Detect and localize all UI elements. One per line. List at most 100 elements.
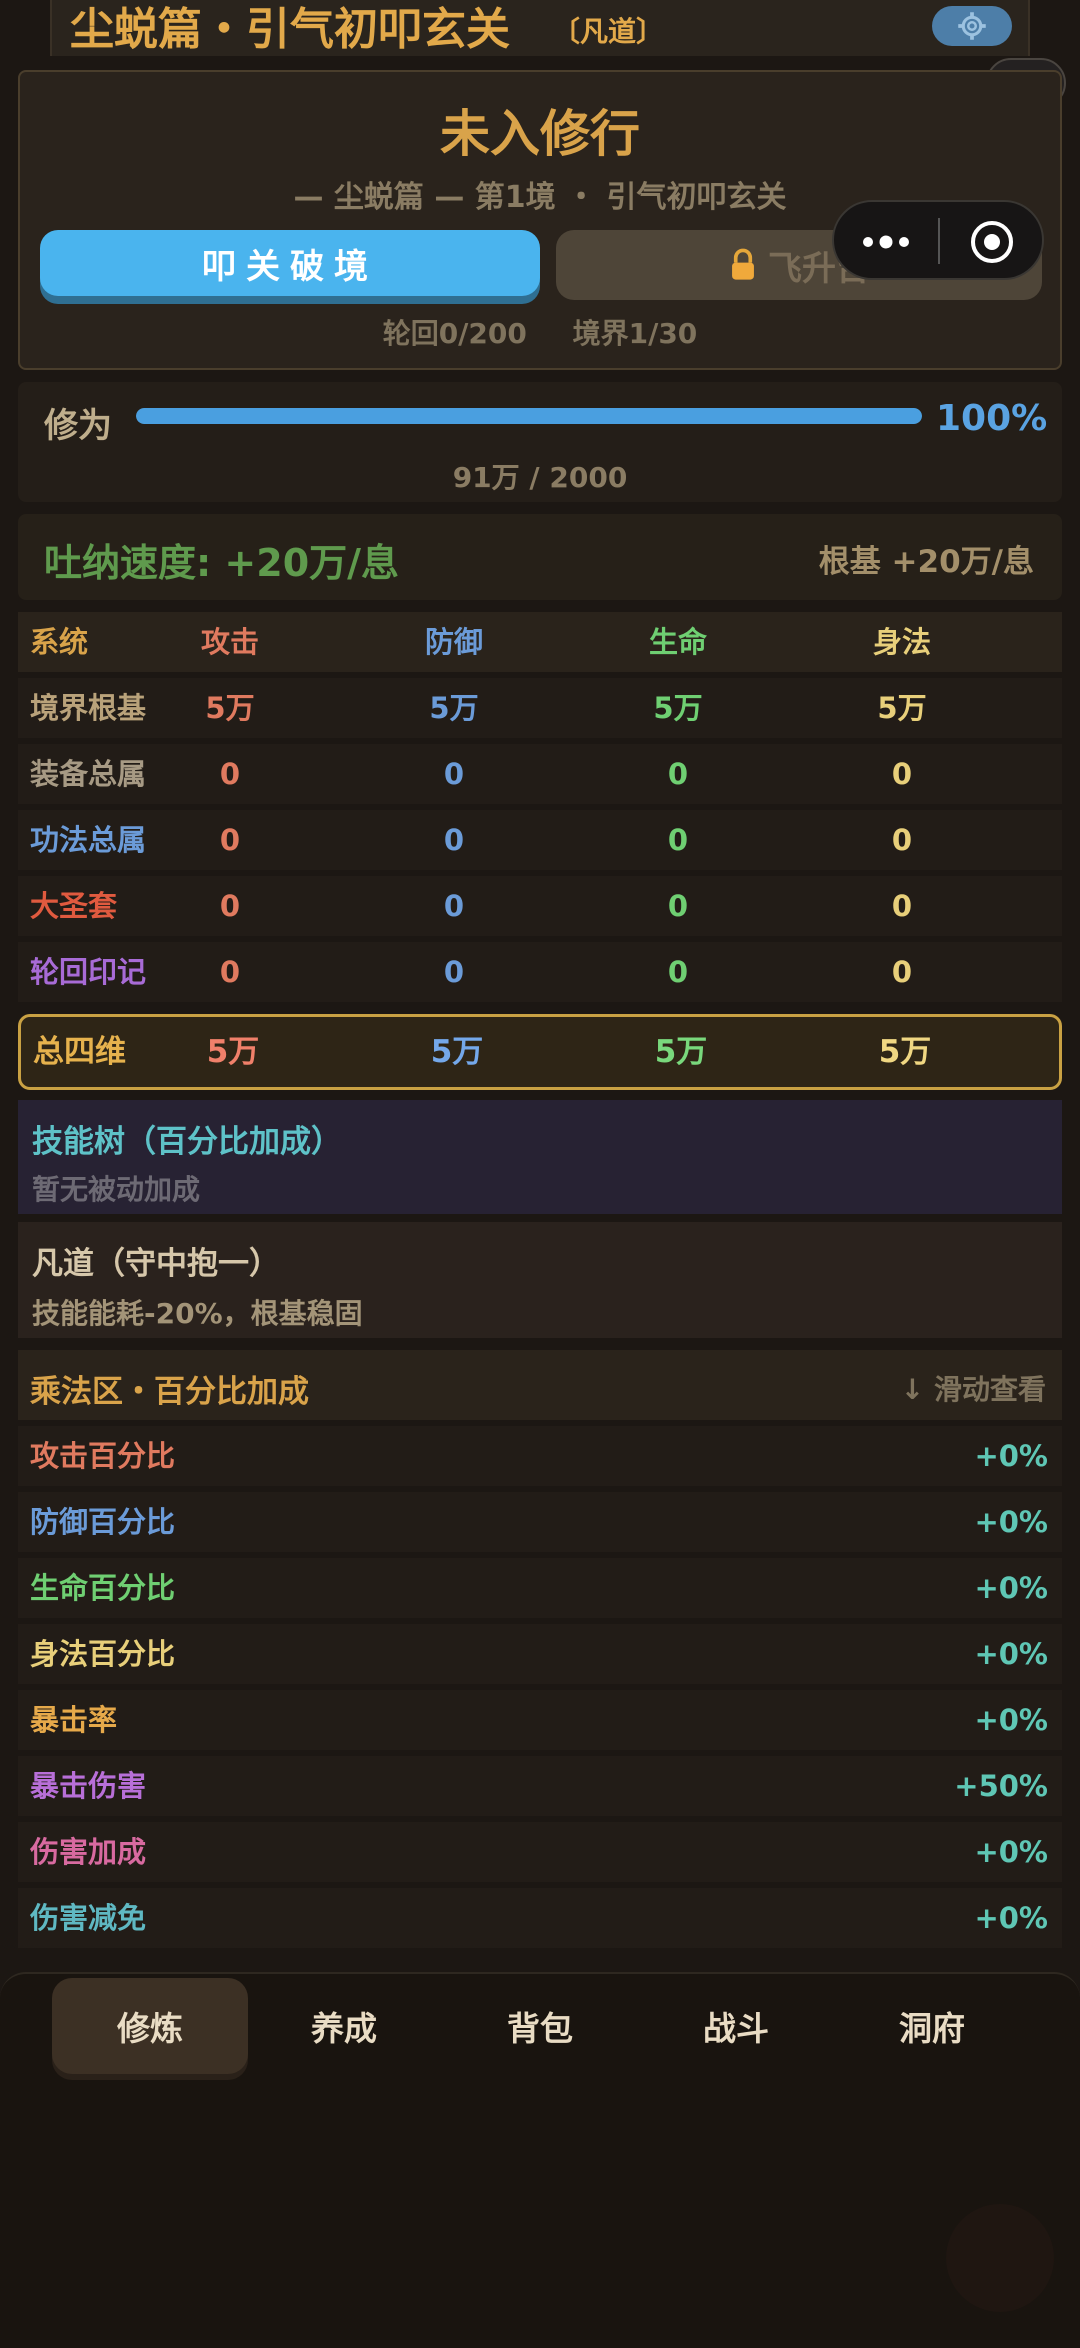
nav-cave[interactable]: 洞府 xyxy=(834,1978,1030,2074)
stats-table: 系统 攻击 防御 生命 身法 境界根基 5万 5万 5万 5万 装备总属 0 0… xyxy=(18,612,1062,1008)
multiplier-row: 身法百分比 +0% xyxy=(18,1624,1062,1684)
nav-backpack[interactable]: 背包 xyxy=(442,1978,638,2074)
defense-value: 0 xyxy=(443,823,465,857)
more-icon[interactable] xyxy=(858,224,914,260)
life-value: 5万 xyxy=(653,691,703,725)
capsule-divider xyxy=(938,218,940,264)
life-value: 0 xyxy=(667,889,689,923)
multiplier-label: 暴击率 xyxy=(30,1703,118,1737)
multiplier-row: 暴击伤害 +50% xyxy=(18,1756,1062,1816)
stats-row-great-sage-set: 大圣套 0 0 0 0 xyxy=(18,876,1062,936)
header-defense: 防御 xyxy=(424,625,483,659)
row-label: 轮回印记 xyxy=(30,955,147,989)
realm-counters: 轮回0/200 境界1/30 xyxy=(0,312,1080,352)
scroll-hint: ↓ 滑动查看 xyxy=(900,1373,1046,1406)
agility-value: 5万 xyxy=(877,691,927,725)
header-life: 生命 xyxy=(648,625,707,659)
multiplier-label: 伤害加成 xyxy=(30,1835,147,1869)
attack-value: 0 xyxy=(219,823,241,857)
breathing-speed: 吐纳速度: +20万/息 xyxy=(44,541,400,585)
multiplier-label: 攻击百分比 xyxy=(30,1439,176,1473)
stage-counter: 境界1/30 xyxy=(572,317,698,350)
multiplier-value: +50% xyxy=(954,1769,1048,1803)
stats-header-row: 系统 攻击 防御 生命 身法 xyxy=(18,612,1062,672)
defense-value: 0 xyxy=(443,757,465,791)
multiplier-row: 生命百分比 +0% xyxy=(18,1558,1062,1618)
cultivation-progress-fill xyxy=(136,408,922,424)
stats-row-equipment: 装备总属 0 0 0 0 xyxy=(18,744,1062,804)
agility-value: 0 xyxy=(891,955,913,989)
defense-value: 5万 xyxy=(429,691,479,725)
dao-title: 凡道（守中抱一） xyxy=(32,1246,280,1282)
attack-value: 0 xyxy=(219,889,241,923)
life-value: 0 xyxy=(667,955,689,989)
multiplier-value: +0% xyxy=(974,1901,1048,1935)
life-value: 0 xyxy=(667,757,689,791)
multiplier-row: 暴击率 +0% xyxy=(18,1690,1062,1750)
bottom-nav: 修炼 养成 背包 战斗 洞府 xyxy=(0,1972,1080,2348)
realm-title: 未入修行 xyxy=(440,105,640,163)
multiplier-label: 伤害减免 xyxy=(30,1901,147,1935)
attack-value: 0 xyxy=(219,757,241,791)
total-agility: 5万 xyxy=(878,1034,932,1070)
cultivation-progress-bar xyxy=(136,408,922,424)
top-title-bar: 尘蜕篇・引气初叩玄关 〔凡道〕 xyxy=(50,0,1030,56)
row-label: 装备总属 xyxy=(30,757,147,791)
multiplier-row: 伤害加成 +0% xyxy=(18,1822,1062,1882)
agility-value: 0 xyxy=(891,823,913,857)
multiplier-value: +0% xyxy=(974,1571,1048,1605)
attack-value: 5万 xyxy=(205,691,255,725)
seal-decoration xyxy=(946,2204,1054,2312)
total-defense: 5万 xyxy=(430,1034,484,1070)
multiplier-value: +0% xyxy=(974,1835,1048,1869)
row-label: 大圣套 xyxy=(30,889,118,923)
dao-desc: 技能能耗-20%，根基稳固 xyxy=(32,1297,363,1330)
gear-icon xyxy=(958,12,986,40)
attack-value: 0 xyxy=(219,955,241,989)
header-system: 系统 xyxy=(30,625,89,659)
multiplier-value: +0% xyxy=(974,1637,1048,1671)
defense-value: 0 xyxy=(443,889,465,923)
agility-value: 0 xyxy=(891,889,913,923)
breach-button[interactable]: 叩关破境 xyxy=(40,230,540,296)
stats-row-technique: 功法总属 0 0 0 0 xyxy=(18,810,1062,870)
cultivation-label: 修为 xyxy=(44,406,112,446)
header-attack: 攻击 xyxy=(200,625,259,659)
multiplier-value: +0% xyxy=(974,1439,1048,1473)
cultivation-percent: 100% xyxy=(936,398,1048,439)
total-life: 5万 xyxy=(654,1034,708,1070)
agility-value: 0 xyxy=(891,757,913,791)
close-target-icon[interactable] xyxy=(968,218,1016,266)
total-label: 总四维 xyxy=(33,1034,126,1070)
base-speed: 根基 +20万/息 xyxy=(818,544,1034,580)
skill-tree-title: 技能树（百分比加成） xyxy=(32,1124,342,1160)
settings-button[interactable] xyxy=(932,6,1012,46)
header-agility: 身法 xyxy=(872,625,931,659)
multiplier-label: 生命百分比 xyxy=(30,1571,176,1605)
mini-program-capsule[interactable] xyxy=(832,200,1044,280)
stats-row-realm-base: 境界根基 5万 5万 5万 5万 xyxy=(18,678,1062,738)
chapter-title: 尘蜕篇・引气初叩玄关 xyxy=(70,4,510,55)
skill-tree-desc: 暂无被动加成 xyxy=(32,1173,201,1206)
nav-nurture[interactable]: 养成 xyxy=(246,1978,442,2074)
multiplier-title: 乘法区・百分比加成 xyxy=(30,1374,309,1410)
lock-icon xyxy=(732,248,754,280)
reincarnation-counter: 轮回0/200 xyxy=(382,317,527,350)
multiplier-row: 伤害减免 +0% xyxy=(18,1888,1062,1948)
multiplier-label: 身法百分比 xyxy=(30,1637,176,1671)
nav-battle[interactable]: 战斗 xyxy=(638,1978,834,2074)
defense-value: 0 xyxy=(443,955,465,989)
multiplier-value: +0% xyxy=(974,1703,1048,1737)
multiplier-row: 攻击百分比 +0% xyxy=(18,1426,1062,1486)
multiplier-label: 防御百分比 xyxy=(30,1505,176,1539)
nav-cultivate[interactable]: 修炼 xyxy=(52,1978,248,2074)
multiplier-value: +0% xyxy=(974,1505,1048,1539)
stats-row-reincarnation-mark: 轮回印记 0 0 0 0 xyxy=(18,942,1062,1002)
life-value: 0 xyxy=(667,823,689,857)
row-label: 境界根基 xyxy=(30,691,147,725)
cultivation-value: 91万 / 2000 xyxy=(452,461,628,494)
total-attack: 5万 xyxy=(206,1034,260,1070)
multiplier-label: 暴击伤害 xyxy=(30,1769,147,1803)
multiplier-list[interactable]: 攻击百分比 +0% 防御百分比 +0% 生命百分比 +0% 身法百分比 +0% … xyxy=(18,1426,1062,1954)
total-stats-row: 总四维 5万 5万 5万 5万 xyxy=(18,1014,1062,1090)
